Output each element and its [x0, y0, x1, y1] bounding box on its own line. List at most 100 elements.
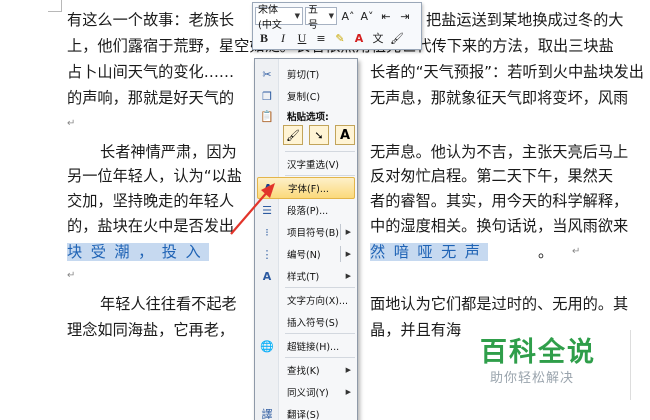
menu-item-hyperlink[interactable]: 🌐 超链接(H)...: [257, 335, 355, 357]
doc-line[interactable]: 另一位年轻人，认为“以盐: [67, 164, 242, 188]
doc-line[interactable]: 的声响，那就是好天气的: [67, 86, 234, 110]
paragraph-mark: ↵: [67, 118, 76, 129]
menu-separator: [285, 287, 355, 288]
paste-options-row: 🖌 ➘ A: [283, 125, 361, 145]
doc-line[interactable]: 无声息。他认为不吉，主张天亮后马上: [370, 140, 628, 164]
decrease-indent-button[interactable]: ⇤: [377, 7, 395, 25]
menu-item-label: 样式(T): [287, 272, 320, 283]
menu-item-synonyms[interactable]: 同义词(Y) ▶: [257, 381, 355, 403]
paste-text-only-icon: A: [339, 127, 351, 143]
doc-line[interactable]: 年轻人往往看不起老: [100, 292, 237, 316]
menu-separator: [285, 333, 355, 334]
chevron-down-icon[interactable]: ▼: [295, 12, 300, 20]
menu-separator: [285, 175, 355, 176]
menu-item-label: 超链接(H)...: [287, 342, 340, 353]
paste-keep-source-icon: 🖌: [286, 128, 300, 142]
font-color-button[interactable]: A: [350, 29, 368, 47]
menu-item-copy[interactable]: ❐ 复制(C): [257, 85, 355, 107]
paragraph-mark: ↵: [572, 246, 581, 257]
selected-text[interactable]: 块受潮，投入: [67, 240, 210, 264]
selected-text[interactable]: 然喑哑无声: [370, 240, 489, 264]
font-size-combo[interactable]: 五号 ▼: [305, 5, 337, 31]
doc-line[interactable]: 者的睿智。其实，用今天的科学解释，: [370, 189, 628, 213]
doc-line[interactable]: 。: [538, 240, 553, 264]
menu-item-label: 编号(N): [287, 250, 321, 261]
menu-item-text-direction[interactable]: 文字方向(X)...: [257, 289, 355, 311]
menu-item-styles[interactable]: A 样式(T) ▶: [257, 265, 355, 287]
shrink-font-button[interactable]: A˅: [358, 7, 376, 25]
bold-button[interactable]: B: [255, 29, 273, 47]
doc-line[interactable]: 有这么一个故事：老族长: [67, 8, 234, 32]
globe-link-icon: 🌐: [260, 339, 274, 353]
menu-item-insert-symbol[interactable]: 插入符号(S): [257, 311, 355, 333]
menu-item-label: 复制(C): [287, 92, 321, 103]
menu-item-label: 剪切(T): [287, 70, 320, 81]
selected-text-run[interactable]: 块受潮，投入: [67, 243, 210, 261]
annotation-arrow: [230, 183, 275, 235]
paste-keep-text-only-button[interactable]: A: [335, 125, 355, 145]
paragraph-mark: ↵: [67, 270, 76, 281]
scissors-icon: ✂: [262, 67, 272, 81]
menu-header-paste-options: 📋 粘贴选项:: [257, 105, 355, 127]
page-margin-mark: [48, 0, 62, 12]
menu-item-label: 翻译(S): [287, 410, 320, 420]
menu-item-translate[interactable]: 譯 翻译(S): [257, 403, 355, 420]
selected-text-run[interactable]: 然喑哑无声: [370, 243, 489, 261]
menu-item-label: 文字方向(X)...: [287, 296, 348, 307]
paste-merge-formatting-button[interactable]: ➘: [309, 125, 329, 145]
doc-line[interactable]: 中的湿度相关。换句话说，当风雨欲来: [370, 214, 628, 238]
font-name-combo[interactable]: 宋体 (中文 ▼: [255, 5, 303, 31]
numbering-icon: ⋮: [261, 247, 273, 261]
menu-item-label: 插入符号(S): [287, 318, 339, 329]
highlight-button[interactable]: ✎: [331, 29, 349, 47]
mini-toolbar: 宋体 (中文 ▼ 五号 ▼ A˄ A˅ ⇤ ⇥ B I U ≡ ✎ A 文 🖌: [252, 2, 422, 50]
doc-line[interactable]: 理念如同海盐，它再老，: [67, 318, 234, 342]
submenu-arrow-icon[interactable]: ▶: [346, 250, 351, 258]
menu-item-reconvert[interactable]: 汉字重选(V): [257, 153, 355, 175]
menu-separator: [285, 151, 355, 152]
phonetic-guide-button[interactable]: 文: [369, 29, 387, 47]
styles-icon: A: [262, 269, 272, 283]
doc-line[interactable]: 把盐运送到某地换成过冬的大: [426, 8, 623, 32]
menu-item-find[interactable]: 查找(K) ▶: [257, 359, 355, 381]
doc-line[interactable]: 长者神情严肃，因为: [100, 140, 237, 164]
doc-line[interactable]: 面地认为它们都是过时的、无用的。其: [370, 292, 628, 316]
doc-line[interactable]: 长者的“天气预报”：若听到火中盐块发出: [370, 60, 644, 84]
underline-button[interactable]: U: [293, 29, 311, 47]
watermark-logo: 百科全说 助你轻松解决: [480, 330, 640, 390]
align-center-button[interactable]: ≡: [312, 29, 330, 47]
submenu-arrow-icon[interactable]: ▶: [346, 228, 351, 236]
submenu-arrow-icon[interactable]: ▶: [346, 366, 351, 374]
doc-line[interactable]: 晶，并且有海: [370, 318, 461, 342]
paste-merge-icon: ➘: [314, 128, 324, 142]
doc-line[interactable]: 的，盐块在火中是否发出: [67, 214, 234, 238]
increase-indent-button[interactable]: ⇥: [396, 7, 414, 25]
watermark-title: 百科全说: [480, 337, 596, 368]
format-painter-button[interactable]: 🖌: [388, 29, 406, 47]
paste-keep-source-formatting-button[interactable]: 🖌: [283, 125, 303, 145]
doc-line[interactable]: 占卜山间天气的变化……: [67, 60, 234, 84]
submenu-arrow-icon[interactable]: ▶: [346, 272, 351, 280]
menu-item-label: 项目符号(B): [287, 228, 339, 239]
doc-line[interactable]: 无声息，那就象征天气即将变坏，风雨: [370, 86, 628, 110]
italic-button[interactable]: I: [274, 29, 292, 47]
doc-line[interactable]: 反对匆忙启程。第二天下午，果然天: [370, 164, 613, 188]
grow-font-button[interactable]: A˄: [339, 7, 357, 25]
watermark-subtitle: 助你轻松解决: [490, 371, 575, 386]
menu-item-cut[interactable]: ✂ 剪切(T): [257, 63, 355, 85]
mini-toolbar-row-font: 宋体 (中文 ▼ 五号 ▼ A˄ A˅ ⇤ ⇥: [255, 5, 415, 31]
translate-icon: 譯: [261, 408, 273, 420]
menu-item-label: 查找(K): [287, 366, 320, 377]
menu-header-label: 粘贴选项:: [287, 112, 329, 123]
submenu-arrow-icon[interactable]: ▶: [346, 388, 351, 396]
menu-item-label: 字体(F)...: [288, 184, 329, 195]
copy-icon: ❐: [262, 89, 272, 103]
menu-item-numbering[interactable]: ⋮ 编号(N) ▶: [257, 243, 355, 265]
menu-item-label: 同义词(Y): [287, 388, 329, 399]
mini-toolbar-row-format: B I U ≡ ✎ A 文 🖌: [255, 27, 407, 49]
menu-item-label: 段落(P)...: [287, 206, 329, 217]
chevron-down-icon[interactable]: ▼: [329, 12, 334, 20]
doc-line[interactable]: 交加，坚持晚走的年轻人: [67, 189, 234, 213]
menu-item-label: 汉字重选(V): [287, 160, 339, 171]
menu-separator: [285, 357, 355, 358]
